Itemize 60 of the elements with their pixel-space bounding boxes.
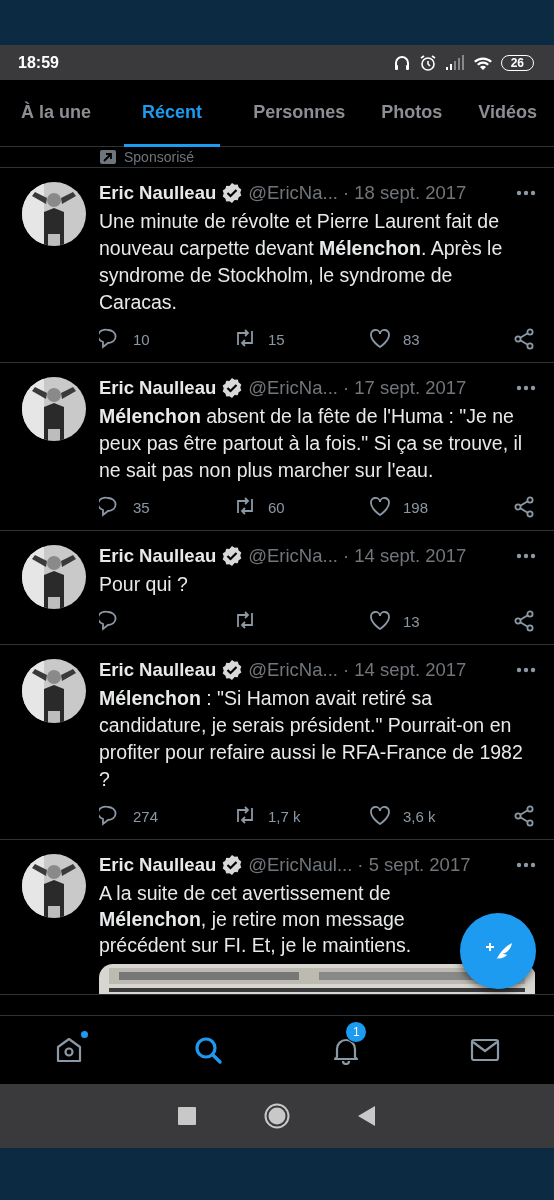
user-handle[interactable]: @EricNa... xyxy=(248,377,338,399)
signal-icon xyxy=(444,54,465,71)
user-handle[interactable]: @EricNaul... xyxy=(248,854,353,876)
share-icon[interactable] xyxy=(514,805,536,827)
user-handle[interactable]: @EricNa... xyxy=(248,545,338,567)
tweet-date: · 17 sept. 2017 xyxy=(342,377,467,399)
tab[interactable]: Récent xyxy=(124,80,221,147)
tweet-text: Mélenchon absent de la fête de l'Huma : "Je ne peux pas être partout à la fois." Si ça se trouve, il ne sait pas non plus marcher sur l'eau. xyxy=(99,404,524,483)
heart-icon[interactable] xyxy=(369,328,391,350)
heart-icon[interactable] xyxy=(369,496,391,518)
author-name[interactable]: Eric Naulleau xyxy=(99,659,217,681)
tab[interactable]: Photos xyxy=(378,80,446,147)
clock-time: 18:59 xyxy=(18,53,59,72)
tab[interactable]: Personnes xyxy=(250,80,349,147)
back-button[interactable] xyxy=(358,1106,376,1126)
search-icon[interactable] xyxy=(192,1035,223,1065)
more-options-icon[interactable] xyxy=(516,862,536,868)
author-name[interactable]: Eric Naulleau xyxy=(99,854,217,876)
author-name[interactable]: Eric Naulleau xyxy=(99,182,217,204)
tweet-text: Mélenchon : "Si Hamon avait retiré sa candidature, je serais président." Pourrait-on en profiter pour refaire aussi le RFA-France de 1982 ? xyxy=(99,686,524,792)
wifi-icon xyxy=(472,54,493,71)
tweet-text: A la suite de cet avertissement de Mélenchon, je retire mon message précédent sur FI. Et, je le maintiens. xyxy=(99,881,413,958)
tab[interactable]: Vidéos xyxy=(475,80,540,147)
compose-button[interactable] xyxy=(460,913,536,989)
tweet-text: Pour qui ? xyxy=(99,572,189,597)
reply-count: 35 xyxy=(133,498,150,516)
tweet-date: · 5 sept. 2017 xyxy=(357,854,471,876)
heart-icon[interactable] xyxy=(369,610,391,632)
tweet-date: · 14 sept. 2017 xyxy=(342,659,467,681)
retweet-count: 15 xyxy=(268,330,285,348)
more-options-icon[interactable] xyxy=(516,553,536,559)
like-count: 13 xyxy=(403,612,420,630)
reply-count: 274 xyxy=(133,807,159,825)
user-handle[interactable]: @EricNa... xyxy=(248,182,338,204)
share-icon[interactable] xyxy=(514,610,536,632)
headphones-icon xyxy=(392,53,411,72)
share-icon[interactable] xyxy=(514,496,536,518)
retweet-count: 60 xyxy=(268,498,285,516)
share-icon[interactable] xyxy=(514,328,536,350)
reply-count: 10 xyxy=(133,330,150,348)
alarm-clock-icon xyxy=(418,53,437,72)
like-count: 83 xyxy=(403,330,420,348)
tweet-date: · 18 sept. 2017 xyxy=(342,182,467,204)
like-count: 3,6 k xyxy=(403,807,436,825)
more-options-icon[interactable] xyxy=(516,667,536,673)
notification-count: 1 xyxy=(345,1021,368,1043)
promoted-label: Sponsorisé xyxy=(124,149,195,165)
more-options-icon[interactable] xyxy=(516,190,536,196)
user-handle[interactable]: @EricNa... xyxy=(248,659,338,681)
more-options-icon[interactable] xyxy=(516,385,536,391)
heart-icon[interactable] xyxy=(369,805,391,827)
author-name[interactable]: Eric Naulleau xyxy=(99,377,217,399)
home-button[interactable] xyxy=(264,1103,290,1129)
like-count: 198 xyxy=(403,498,429,516)
retweet-count: 1,7 k xyxy=(268,807,301,825)
tweet-date: · 14 sept. 2017 xyxy=(342,545,467,567)
tweet-text: Une minute de révolte et Pierre Laurent fait de nouveau carpette devant Mélenchon. Après le syndrome de Stockholm, le syndrome de Caracas. xyxy=(99,209,504,315)
author-name[interactable]: Eric Naulleau xyxy=(99,545,217,567)
tab[interactable]: À la une xyxy=(18,80,94,147)
promoted-icon xyxy=(100,150,116,164)
